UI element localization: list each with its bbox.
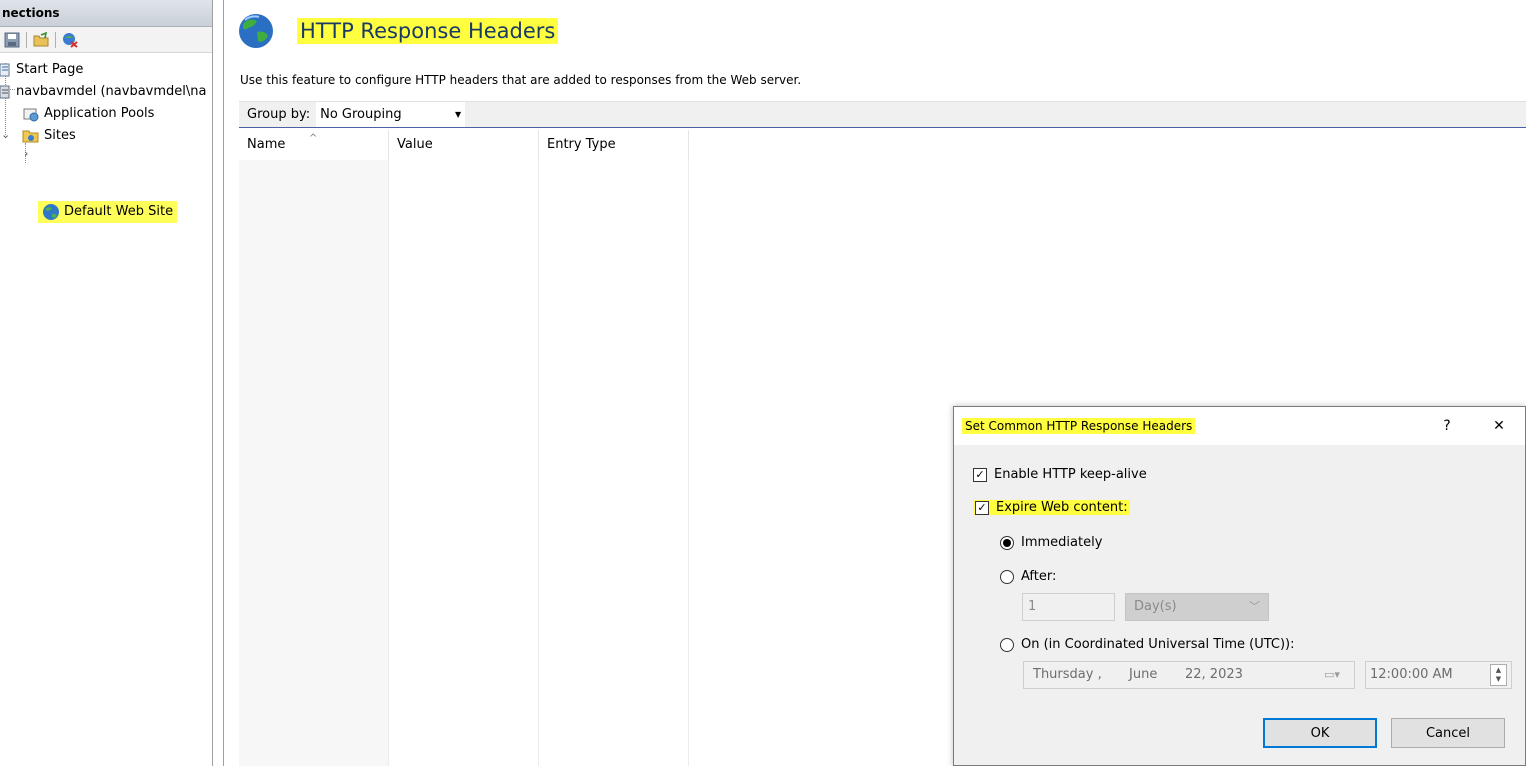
expand-chevron-icon[interactable]: ⌄ — [1, 128, 10, 141]
sort-ascending-icon: ^ — [309, 133, 318, 144]
help-button[interactable]: ? — [1421, 418, 1473, 434]
toolbar-separator — [26, 31, 27, 48]
dropdown-arrow-icon: ▼ — [454, 110, 462, 119]
group-by-select[interactable]: No Grouping ▼ — [316, 102, 466, 127]
tree-item-default-web-site[interactable]: Default Web Site — [38, 201, 178, 223]
connections-pane: nections Start Page navbavmdel (navbavmd… — [0, 0, 213, 766]
connections-header: nections — [0, 0, 212, 27]
date-weekday: Thursday , — [1033, 667, 1102, 682]
ok-button[interactable]: OK — [1263, 718, 1377, 748]
expire-content-checkbox[interactable]: ✓ — [975, 500, 989, 515]
start-page-icon — [0, 61, 10, 79]
column-header-value[interactable]: Value — [389, 130, 539, 160]
keep-alive-checkbox[interactable]: ✓ — [973, 467, 987, 482]
open-folder-icon[interactable] — [33, 31, 49, 48]
group-by-label: Group by: — [247, 107, 311, 122]
after-unit-select[interactable]: Day(s) ﹀ — [1125, 593, 1269, 621]
page-description: Use this feature to configure HTTP heade… — [240, 73, 802, 87]
immediately-radio-row[interactable]: Immediately — [1000, 535, 1102, 550]
selected-highlight: Default Web Site — [38, 201, 178, 223]
cancel-button[interactable]: Cancel — [1391, 718, 1505, 748]
on-date-label: On (in Coordinated Universal Time (UTC))… — [1021, 637, 1295, 652]
column-body-entry-type — [539, 160, 689, 766]
immediately-radio[interactable] — [1000, 535, 1014, 550]
chevron-down-icon: ﹀ — [1249, 600, 1260, 613]
expire-content-label: Expire Web content: — [996, 500, 1128, 515]
expire-highlight: ✓ Expire Web content: — [973, 500, 1130, 515]
time-value: 12:00:00 AM — [1370, 667, 1453, 682]
collapse-chevron-icon[interactable]: › — [24, 147, 28, 160]
globe-icon — [42, 203, 60, 221]
server-icon — [0, 83, 10, 101]
toolbar-separator — [55, 31, 56, 48]
after-radio[interactable] — [1000, 569, 1014, 584]
save-icon[interactable] — [4, 32, 20, 48]
column-body-name — [239, 160, 389, 766]
date-picker[interactable]: Thursday , June 22, 2023 ▭▾ — [1023, 661, 1355, 689]
after-label: After: — [1021, 569, 1057, 584]
tree-item-label: Sites — [44, 128, 76, 143]
tree-item-label: navbavmdel (navbavmdel\na — [16, 84, 207, 99]
sites-folder-icon — [22, 127, 40, 145]
group-by-value: No Grouping — [320, 107, 402, 122]
column-header-entry-type[interactable]: Entry Type — [539, 130, 689, 160]
dialog-title: Set Common HTTP Response Headers — [962, 418, 1196, 434]
pane-splitter[interactable] — [213, 0, 224, 766]
tree-item-label: Start Page — [16, 62, 84, 77]
date-month: June — [1129, 667, 1158, 682]
immediately-label: Immediately — [1021, 535, 1103, 550]
after-value-input[interactable]: 1 — [1022, 593, 1115, 621]
tree-item-server[interactable]: navbavmdel (navbavmdel\na — [0, 81, 206, 103]
keep-alive-label: Enable HTTP keep-alive — [994, 467, 1147, 482]
tree-item-label: Default Web Site — [64, 204, 174, 219]
connections-toolbar — [0, 27, 212, 53]
globe-icon — [239, 14, 273, 48]
keep-alive-checkbox-row[interactable]: ✓ Enable HTTP keep-alive — [973, 467, 1147, 482]
page-title: HTTP Response Headers — [297, 18, 559, 44]
time-picker[interactable]: 12:00:00 AM ▲ ▼ — [1365, 661, 1512, 689]
after-unit-value: Day(s) — [1134, 599, 1177, 614]
column-header-name[interactable]: ^ Name — [239, 130, 389, 160]
tree-item-label: Application Pools — [44, 106, 155, 121]
page-header: HTTP Response Headers — [237, 12, 559, 50]
set-common-headers-dialog: Set Common HTTP Response Headers ? ✕ ✓ E… — [953, 406, 1526, 766]
disconnect-icon[interactable] — [62, 32, 78, 48]
calendar-icon[interactable]: ▭▾ — [1324, 662, 1340, 688]
dialog-controls: ? ✕ — [1421, 418, 1525, 434]
date-day-year: 22, 2023 — [1185, 667, 1243, 682]
tree-item-start-page[interactable]: Start Page — [0, 59, 83, 81]
dialog-titlebar: Set Common HTTP Response Headers ? ✕ — [954, 407, 1525, 445]
close-icon[interactable]: ✕ — [1473, 418, 1525, 434]
application-pools-icon — [22, 105, 40, 123]
after-radio-row[interactable]: After: — [1000, 569, 1056, 584]
radio-selected-dot — [1003, 538, 1011, 547]
group-by-bar: Group by: No Grouping ▼ — [239, 101, 1526, 128]
on-date-radio[interactable] — [1000, 637, 1014, 652]
expire-content-checkbox-row[interactable]: ✓ Expire Web content: — [973, 500, 1130, 515]
tree-item-application-pools[interactable]: Application Pools — [22, 103, 154, 125]
column-body-value — [389, 160, 539, 766]
time-spinner[interactable]: ▲ ▼ — [1490, 664, 1507, 686]
tree-item-sites[interactable]: Sites — [22, 125, 76, 147]
on-date-radio-row[interactable]: On (in Coordinated Universal Time (UTC))… — [1000, 637, 1295, 652]
column-headers: ^ Name Value Entry Type — [239, 130, 689, 160]
